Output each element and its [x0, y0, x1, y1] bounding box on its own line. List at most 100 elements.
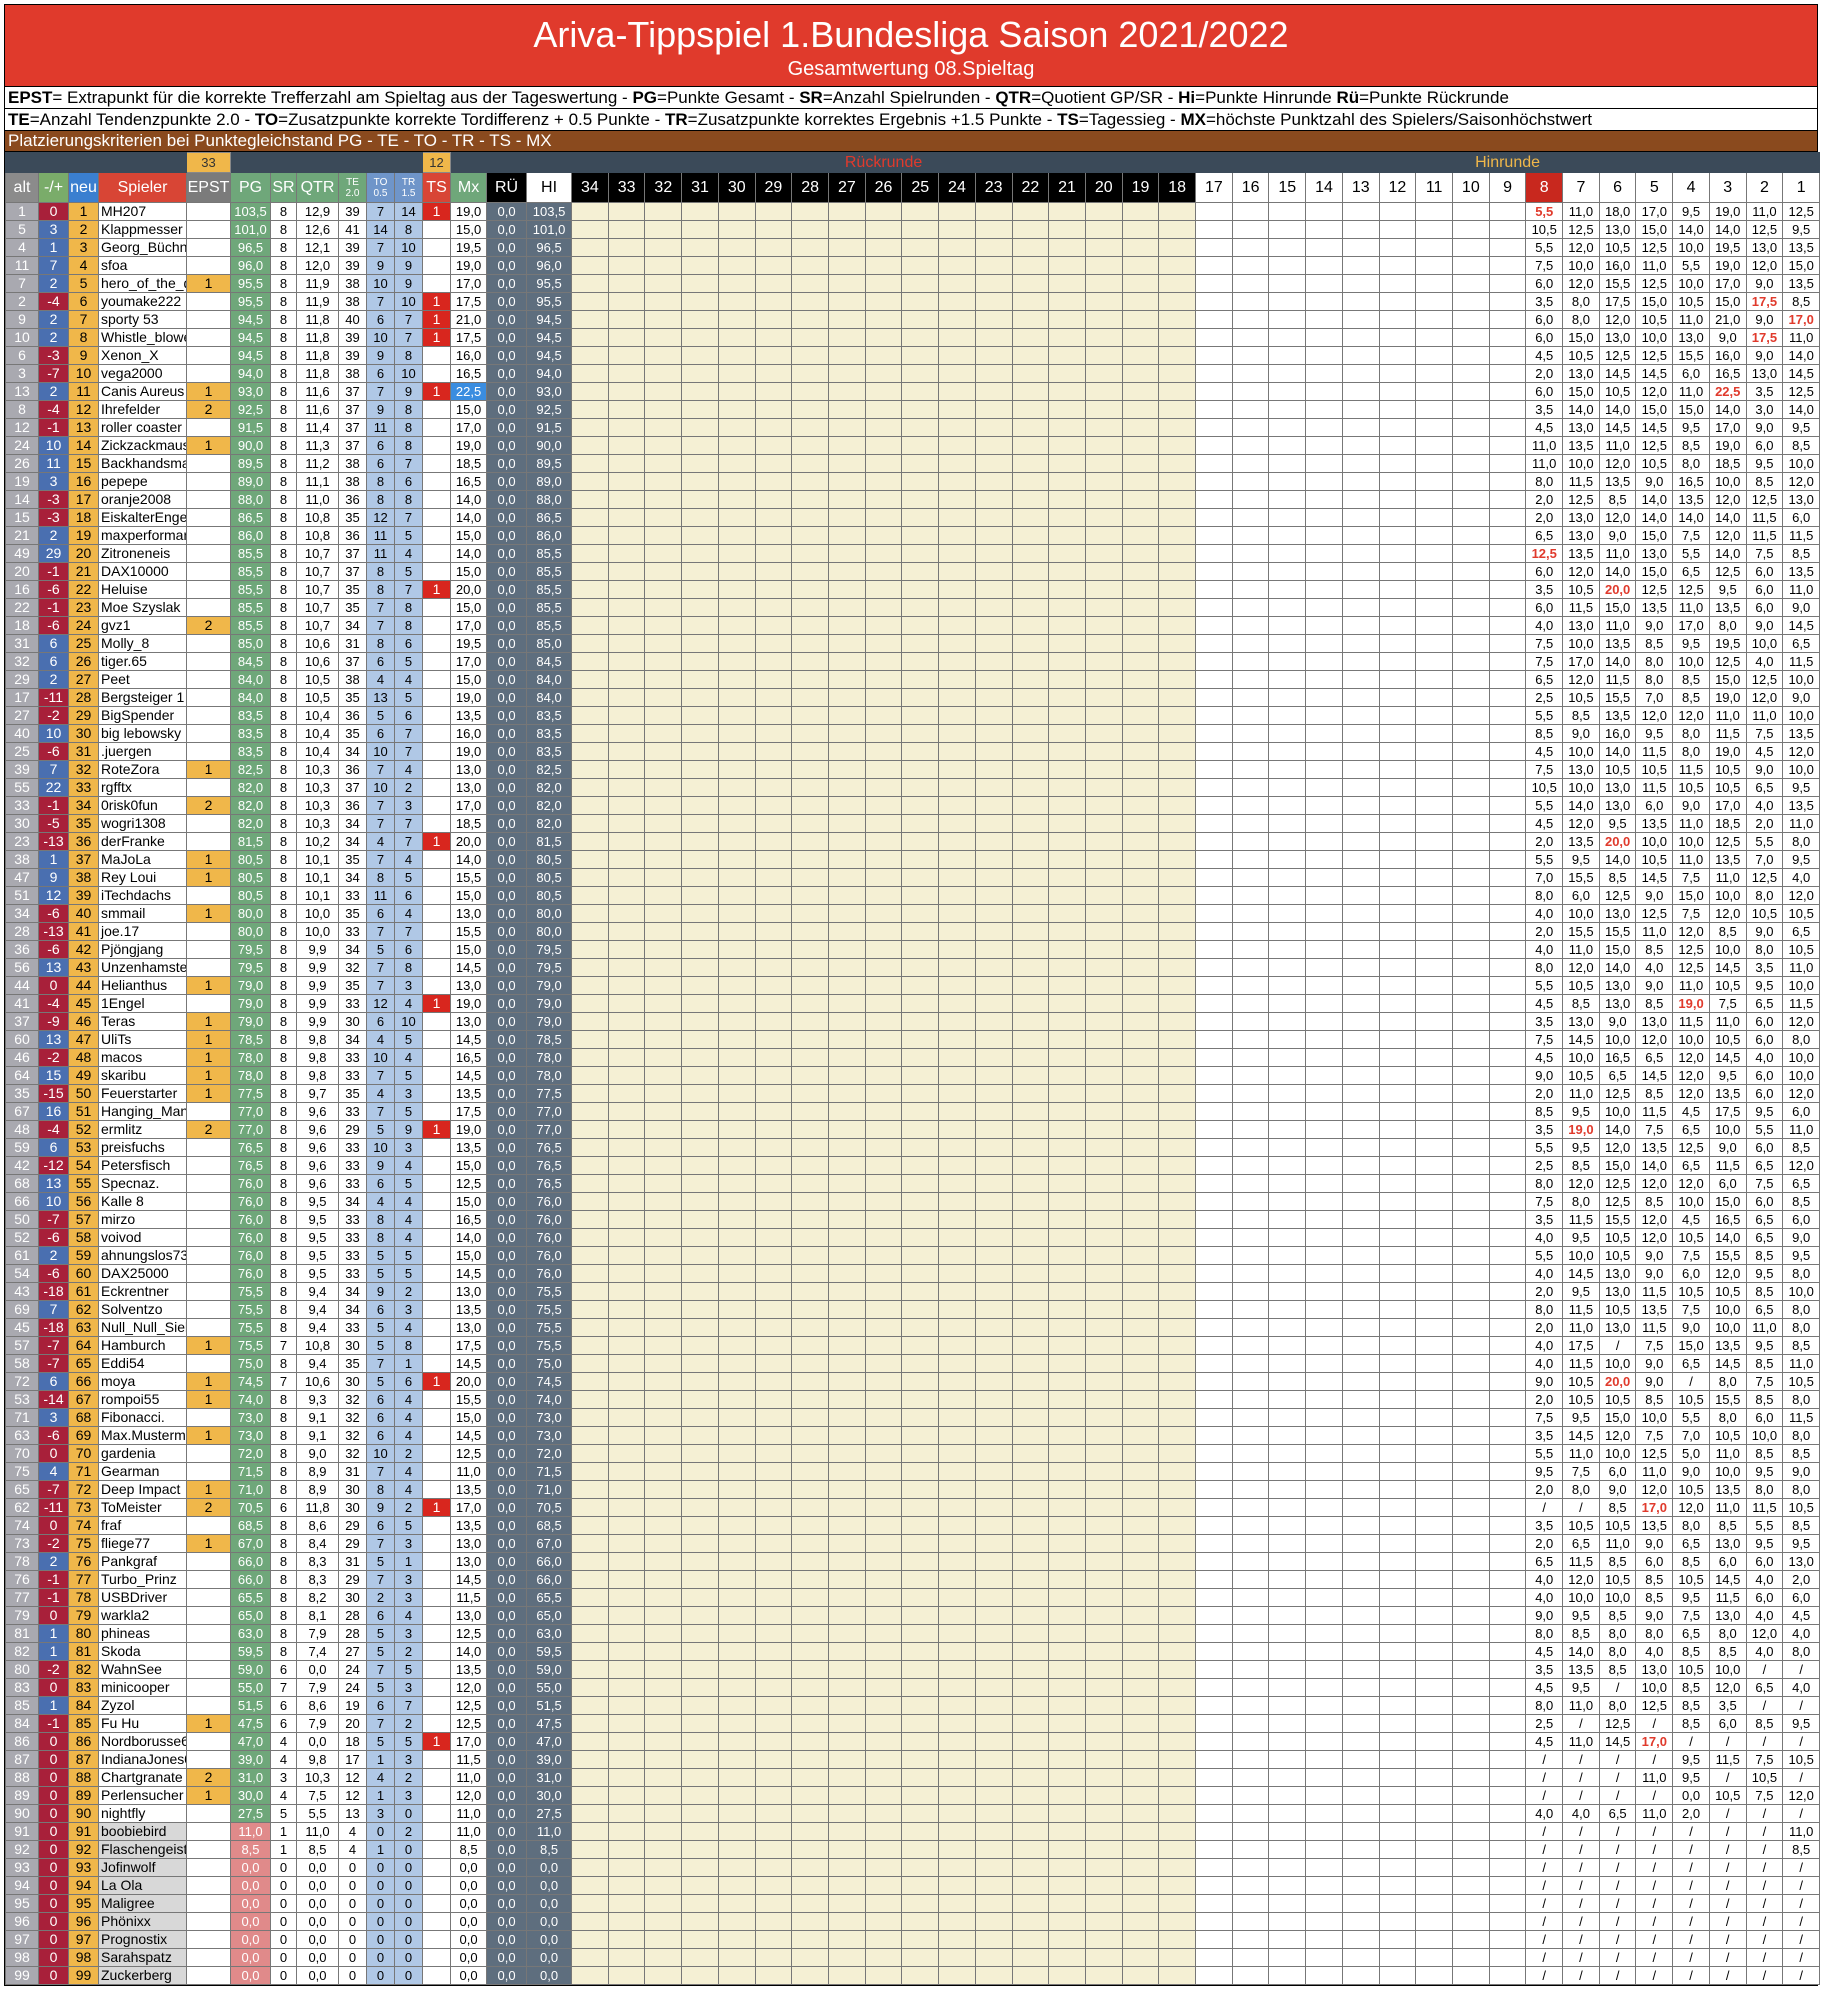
rueck-day-cell [754, 1210, 793, 1229]
rueck-day-cell [571, 724, 609, 743]
rueck-day-cell [644, 490, 683, 509]
rueck-day-cell [827, 310, 866, 329]
rueck-day-cell [1158, 634, 1197, 653]
te-value: 34 [338, 1192, 367, 1211]
hin-day-cell [1378, 796, 1417, 815]
day-5-score: 7,5 [1635, 1120, 1674, 1139]
rank-change: 2 [38, 328, 69, 347]
hin-day-cell [1195, 742, 1233, 761]
hin-day-cell [1415, 1426, 1453, 1445]
hin-day-cell [1195, 1336, 1233, 1355]
rueck-day-cell [571, 238, 609, 257]
qtr-value: 9,9 [296, 994, 339, 1013]
rueck-day-cell [571, 328, 609, 347]
rueck-day-cell [644, 562, 683, 581]
day-5-score: 11,0 [1635, 1768, 1674, 1787]
hinrunde-total: 76,5 [526, 1156, 573, 1175]
old-rank: 62 [5, 1498, 39, 1517]
hin-day-cell [1415, 562, 1453, 581]
te-value: 29 [338, 1570, 367, 1589]
pg-value: 82,0 [230, 796, 271, 815]
new-rank: 68 [68, 1408, 99, 1427]
hin-day-cell [1378, 1354, 1417, 1373]
rank-change: 3 [38, 1408, 69, 1427]
rueck-day-cell [938, 1282, 976, 1301]
rueck-day-cell [644, 1534, 683, 1553]
rueckrunde-total: 0,0 [486, 1516, 528, 1535]
ts-value [422, 688, 452, 707]
epst-value: 2 [186, 1120, 231, 1139]
rueck-day-cell [571, 652, 609, 671]
rueck-day-cell [827, 994, 866, 1013]
hin-day-cell [1378, 1336, 1417, 1355]
rueck-day-cell [1158, 1660, 1197, 1679]
hin-day-cell [1231, 1660, 1270, 1679]
header-neu: neu [68, 172, 99, 203]
rueck-day-cell [681, 796, 719, 815]
day-6-score: 13,0 [1598, 778, 1637, 797]
day-7-score: 7,5 [1562, 1462, 1600, 1481]
rueck-day-cell [1121, 1408, 1160, 1427]
rueck-day-cell [644, 1678, 683, 1697]
new-rank: 75 [68, 1534, 99, 1553]
rank-change: -1 [38, 1588, 69, 1607]
table-row: 98 0 98 Sarahspatz 0,0 0 0,0 0 0 0 0,0 0,0 0,0// / / / /… [5, 1948, 1821, 1967]
hin-day-cell [1268, 1156, 1307, 1175]
rank-change: 6 [38, 652, 69, 671]
rueck-day-cell [901, 1426, 940, 1445]
rueck-day-cell [681, 1840, 719, 1859]
player-name: Zickzackmaus [98, 436, 187, 455]
day-5-score: 14,5 [1635, 868, 1674, 887]
hin-day-cell [1488, 634, 1527, 653]
rueck-day-cell [1048, 1768, 1086, 1787]
rueck-day-cell [1084, 1174, 1123, 1193]
rueck-day-cell [1084, 1030, 1123, 1049]
rueck-day-cell [1121, 238, 1160, 257]
rueck-day-cell [901, 292, 940, 311]
sr-value: 8 [270, 436, 297, 455]
rueck-day-cell [644, 1318, 683, 1337]
hin-day-cell [1195, 310, 1233, 329]
header-day-10: 10 [1451, 172, 1490, 203]
te-value: 30 [338, 1498, 367, 1517]
to-value: 6 [366, 1408, 395, 1427]
pg-value: 0,0 [230, 1858, 271, 1877]
to-value: 9 [366, 1498, 395, 1517]
rueck-day-cell [607, 1750, 646, 1769]
rueck-day-cell [827, 1732, 866, 1751]
mx-value: 0,0 [450, 1930, 488, 1949]
rueck-day-cell [1048, 814, 1086, 833]
rueck-day-cell [974, 1840, 1013, 1859]
rueck-day-cell [901, 1840, 940, 1859]
qtr-value: 10,4 [296, 742, 339, 761]
hin-day-cell [1305, 1498, 1343, 1517]
hin-day-cell [1231, 1516, 1270, 1535]
hin-day-cell [1415, 1606, 1453, 1625]
rueck-day-cell [1121, 1192, 1160, 1211]
rueck-day-cell [644, 1624, 683, 1643]
rueckrunde-total: 0,0 [486, 472, 528, 491]
day-8-score: / [1525, 1768, 1564, 1787]
rueck-day-cell [571, 670, 609, 689]
day-7-score: 12,0 [1562, 1570, 1600, 1589]
qtr-value: 9,6 [296, 1120, 339, 1139]
day-7-score: / [1562, 1894, 1600, 1913]
rueck-day-cell [1121, 1156, 1160, 1175]
rueck-day-cell [938, 1660, 976, 1679]
old-rank: 1 [5, 202, 39, 221]
player-name: Fu Hu [98, 1714, 187, 1733]
to-value: 9 [366, 346, 395, 365]
day-3-score: 8,5 [1708, 922, 1747, 941]
mx-value: 0,0 [450, 1948, 488, 1967]
hin-day-cell [1341, 1822, 1380, 1841]
rank-change: -2 [38, 706, 69, 725]
rueck-day-cell [864, 994, 903, 1013]
new-rank: 38 [68, 868, 99, 887]
hin-day-cell [1451, 202, 1490, 221]
rueck-day-cell [938, 1300, 976, 1319]
hin-day-cell [1268, 1012, 1307, 1031]
pg-value: 55,0 [230, 1678, 271, 1697]
rueck-day-cell [974, 1552, 1013, 1571]
hinrunde-total: 85,5 [526, 544, 573, 563]
hin-day-cell [1451, 1678, 1490, 1697]
